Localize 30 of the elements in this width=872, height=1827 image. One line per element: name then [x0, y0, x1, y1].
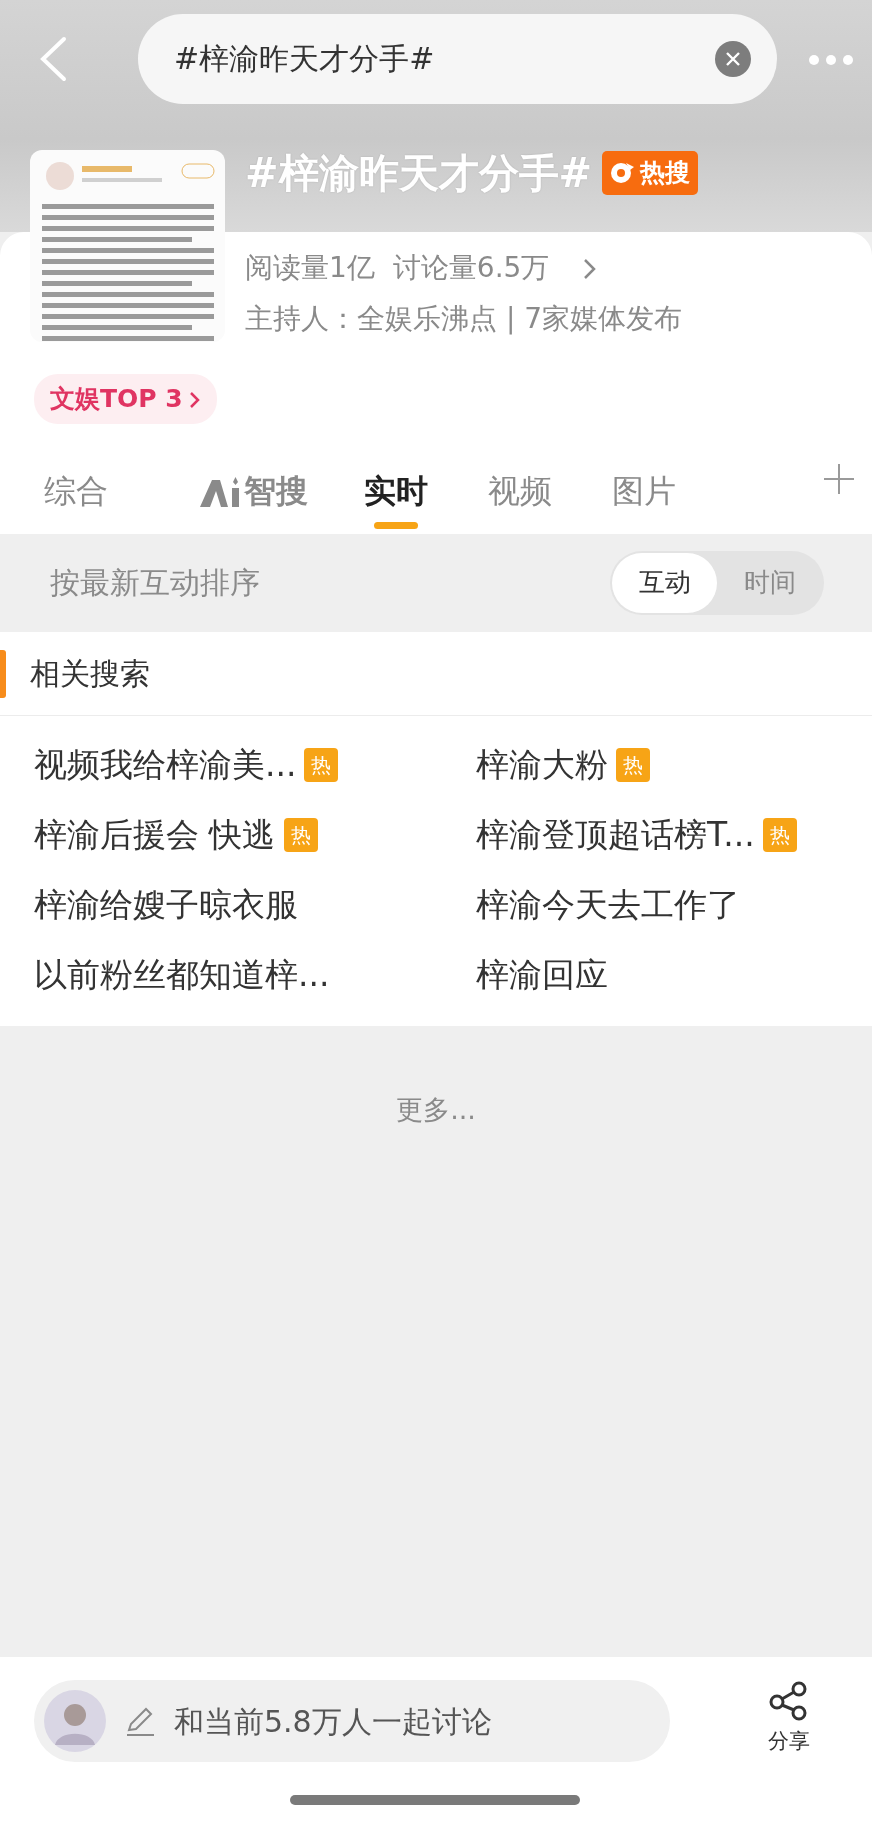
section-title: 相关搜索: [30, 654, 150, 693]
related-search-link[interactable]: 梓渝给嫂子晾衣服: [34, 879, 298, 930]
read-count: 阅读量1亿: [245, 250, 375, 286]
add-icon[interactable]: [822, 461, 856, 496]
related-search-link[interactable]: 梓渝登顶超话榜T...: [476, 809, 755, 860]
sort-option[interactable]: 互动: [612, 552, 717, 613]
tab[interactable]: 实时: [364, 448, 428, 533]
hot-tag: 热: [762, 817, 797, 852]
hot-tag: 热: [283, 817, 318, 852]
sort-label: 按最新互动排序: [50, 564, 260, 602]
related-search-link[interactable]: 梓渝今天去工作了: [476, 879, 740, 930]
hot-tag: 热: [616, 747, 650, 782]
ranking-tag[interactable]: 文娱TOP 3: [34, 374, 217, 424]
related-search-link[interactable]: 以前粉丝都知道梓...: [34, 949, 330, 1000]
pencil-icon: [124, 1705, 156, 1737]
host-info: 主持人：全娱乐沸点 | 7家媒体发布: [244, 301, 684, 337]
hot-tag: 热: [304, 747, 339, 782]
share-button[interactable]: 分享: [768, 1680, 810, 1758]
related-search-link[interactable]: 梓渝大粉: [476, 739, 608, 790]
related-search-link[interactable]: 梓渝后援会 快逃: [34, 809, 276, 860]
discussion-count: 讨论量6.5万: [392, 250, 550, 286]
related-search-link[interactable]: 视频我给梓渝美...: [34, 739, 297, 790]
avatar: [44, 1690, 106, 1752]
accent-bar: [0, 649, 6, 698]
comment-field[interactable]: 和当前5.8万人一起讨论: [34, 1680, 670, 1762]
hot-search-badge: 热搜: [602, 151, 699, 195]
related-search-link[interactable]: 梓渝回应: [476, 949, 608, 1000]
search-field[interactable]: #梓渝昨天才分手#: [138, 14, 777, 104]
back-icon[interactable]: [38, 36, 68, 82]
home-indicator[interactable]: [290, 1795, 580, 1805]
